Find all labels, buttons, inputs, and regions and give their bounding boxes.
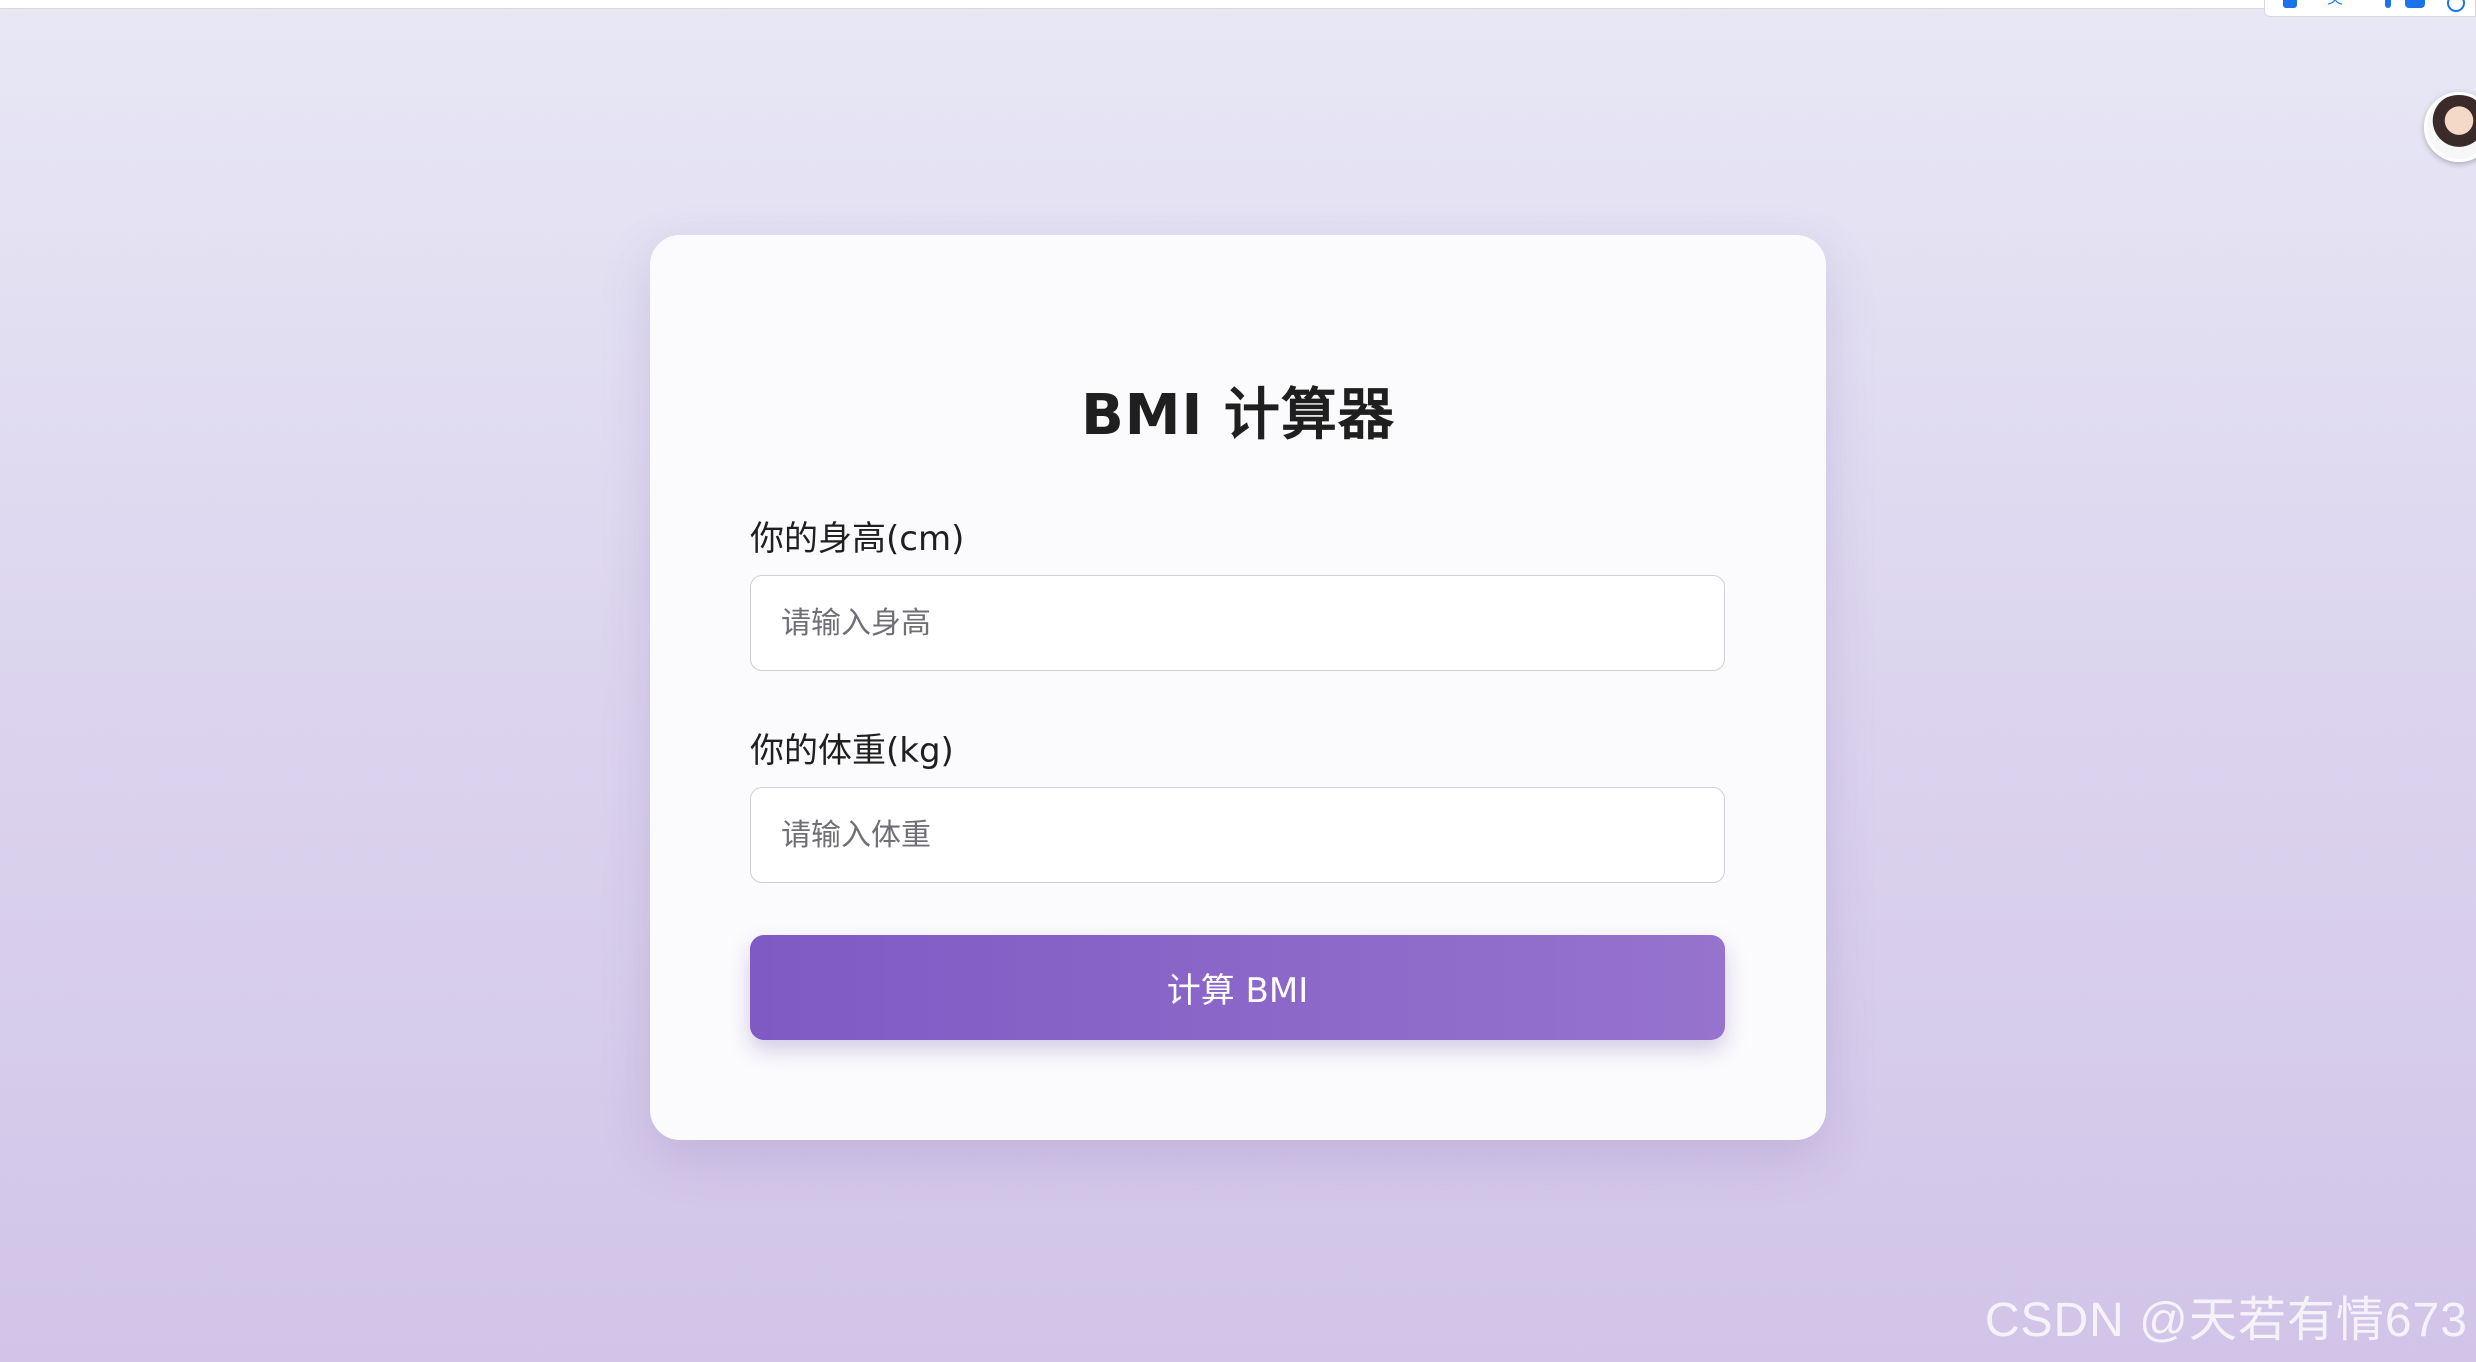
height-input[interactable] [750,575,1725,671]
weight-label: 你的体重(kg) [750,731,954,771]
weight-input[interactable] [750,787,1725,883]
page-title: BMI 计算器 [1081,383,1395,448]
translate-icon[interactable]: 英 [2327,0,2343,8]
watermark: CSDN @天若有情673 [1984,1294,2468,1347]
browser-top-bar [0,0,2476,9]
settings-icon[interactable] [2447,0,2465,12]
calculate-bmi-button[interactable]: 计算 BMI [750,935,1725,1040]
pin-icon[interactable] [2385,0,2391,8]
tool-icon[interactable] [2405,0,2425,8]
browser-extension-toolbar: 英 [2264,0,2476,17]
bmi-calculator-card: BMI 计算器 你的身高(cm) 你的体重(kg) 计算 BMI [650,235,1826,1140]
height-label: 你的身高(cm) [750,519,965,559]
avatar[interactable] [2424,92,2476,162]
app-icon[interactable] [2283,0,2297,8]
